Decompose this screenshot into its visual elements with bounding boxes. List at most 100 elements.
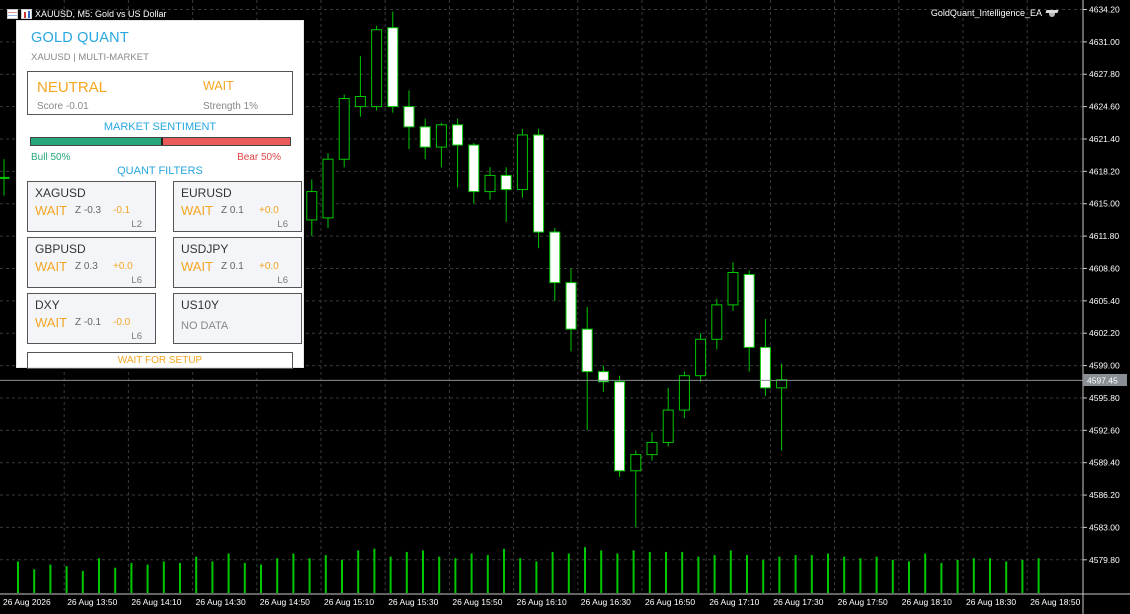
price-tick-label: 4627.80 bbox=[1089, 69, 1120, 79]
price-tick-label: 4621.40 bbox=[1089, 134, 1120, 144]
current-price-label: 4597.45 bbox=[1087, 376, 1118, 386]
time-tick-label: 26 Aug 16:50 bbox=[645, 597, 695, 607]
filter-symbol: US10Y bbox=[181, 298, 220, 312]
filter-level: L6 bbox=[131, 275, 142, 286]
time-tick-label: 26 Aug 18:10 bbox=[902, 597, 952, 607]
filter-change: +0.0 bbox=[259, 261, 279, 272]
filter-no-data: NO DATA bbox=[181, 320, 229, 332]
filter-zscore: Z 0.1 bbox=[221, 261, 244, 272]
signal-action: WAIT bbox=[203, 79, 234, 93]
filter-symbol: EURUSD bbox=[181, 186, 232, 200]
filter-level: L2 bbox=[131, 219, 142, 230]
time-tick-label: 26 Aug 15:30 bbox=[388, 597, 438, 607]
filter-symbol: USDJPY bbox=[181, 242, 229, 256]
time-tick-label: 26 Aug 14:50 bbox=[260, 597, 310, 607]
price-tick-label: 4589.40 bbox=[1089, 458, 1120, 468]
panel-subtitle: XAUUSD | MULTI-MARKET bbox=[31, 52, 149, 63]
candle bbox=[516, 128, 528, 198]
price-tick-label: 4634.20 bbox=[1089, 5, 1120, 15]
filter-symbol: XAGUSD bbox=[35, 186, 86, 200]
filters-title: QUANT FILTERS bbox=[117, 165, 203, 177]
signal-strength: Strength 1% bbox=[203, 101, 259, 112]
filter-level: L6 bbox=[131, 331, 142, 342]
price-tick-label: 4605.40 bbox=[1089, 296, 1120, 306]
time-axis-labels: 26 Aug 2026 26 Aug 13:50 26 Aug 14:10 26 Au… bbox=[3, 597, 1081, 607]
sentiment-bear-fill bbox=[160, 138, 290, 145]
filter-action: WAIT bbox=[35, 203, 68, 218]
time-tick-label: 26 Aug 17:10 bbox=[709, 597, 759, 607]
filter-zscore: Z -0.3 bbox=[75, 205, 102, 216]
signal-direction: NEUTRAL bbox=[37, 79, 108, 96]
filter-level: L6 bbox=[277, 219, 288, 230]
price-tick-label: 4595.80 bbox=[1089, 393, 1120, 403]
graduation-cap-icon[interactable] bbox=[1046, 8, 1058, 18]
price-tick-label: 4599.00 bbox=[1089, 361, 1120, 371]
filter-zscore: Z -0.1 bbox=[75, 317, 102, 328]
signal-score: Score -0.01 bbox=[37, 101, 89, 112]
signal-box: NEUTRAL Score -0.01 WAIT Strength 1% bbox=[27, 71, 293, 115]
time-tick-label: 26 Aug 14:10 bbox=[131, 597, 181, 607]
filter-change: -0.1 bbox=[113, 205, 131, 216]
time-tick-label: 26 Aug 14:30 bbox=[196, 597, 246, 607]
filter-zscore: Z 0.3 bbox=[75, 261, 98, 272]
candle bbox=[338, 94, 350, 168]
time-tick-label: 26 Aug 16:30 bbox=[581, 597, 631, 607]
filter-action: WAIT bbox=[181, 203, 214, 218]
price-tick-label: 4592.60 bbox=[1089, 425, 1120, 435]
filter-action: WAIT bbox=[35, 315, 68, 330]
current-price-tag: 4597.45 bbox=[1083, 374, 1127, 386]
price-tick-label: 4579.80 bbox=[1089, 555, 1120, 565]
time-tick-label: 26 Aug 17:30 bbox=[773, 597, 823, 607]
price-tick-label: 4608.60 bbox=[1089, 263, 1120, 273]
candle bbox=[322, 153, 334, 229]
sentiment-title: MARKET SENTIMENT bbox=[103, 121, 217, 133]
time-tick-label: 26 Aug 18:30 bbox=[966, 597, 1016, 607]
filter-symbol: GBPUSD bbox=[35, 242, 86, 256]
time-tick-label: 26 Aug 2026 bbox=[3, 597, 51, 607]
filter-change: +0.0 bbox=[259, 205, 279, 216]
filter-card-xagusd: XAGUSD WAIT Z -0.3 -0.1 L2 bbox=[27, 181, 156, 232]
setup-status: WAIT FOR SETUP bbox=[27, 352, 293, 369]
chart-bars-icon[interactable] bbox=[21, 9, 32, 19]
filter-card-dxy: DXY WAIT Z -0.1 -0.0 L6 bbox=[27, 293, 156, 344]
bear-percent: Bear 50% bbox=[237, 152, 281, 163]
filter-card-gbpusd: GBPUSD WAIT Z 0.3 +0.0 L6 bbox=[27, 237, 156, 288]
candle bbox=[371, 25, 383, 111]
filter-symbol: DXY bbox=[35, 298, 60, 312]
time-tick-label: 26 Aug 15:10 bbox=[324, 597, 374, 607]
price-tick-label: 4602.20 bbox=[1089, 328, 1120, 338]
panel-title: GOLD QUANT bbox=[31, 30, 129, 46]
chart-header: XAUUSD, M5: Gold vs US Dollar bbox=[7, 7, 167, 21]
price-tick-label: 4631.00 bbox=[1089, 37, 1120, 47]
filter-card-usdjpy: USDJPY WAIT Z 0.1 +0.0 L6 bbox=[173, 237, 302, 288]
filter-action: WAIT bbox=[35, 259, 68, 274]
filter-change: -0.0 bbox=[113, 317, 131, 328]
price-tick-label: 4583.00 bbox=[1089, 522, 1120, 532]
sentiment-bar bbox=[30, 137, 291, 146]
price-tick-label: 4624.60 bbox=[1089, 102, 1120, 112]
price-tick-label: 4615.00 bbox=[1089, 199, 1120, 209]
chart-symbol-title: XAUUSD, M5: Gold vs US Dollar bbox=[35, 9, 167, 19]
filter-card-eurusd: EURUSD WAIT Z 0.1 +0.0 L6 bbox=[173, 181, 302, 232]
candle bbox=[695, 333, 707, 382]
time-tick-label: 26 Aug 16:10 bbox=[517, 597, 567, 607]
time-tick-label: 26 Aug 17:50 bbox=[838, 597, 888, 607]
candle bbox=[533, 128, 545, 249]
gold-quant-panel: GOLD QUANT XAUUSD | MULTI-MARKET NEUTRAL… bbox=[16, 20, 304, 369]
time-tick-label: 26 Aug 18:50 bbox=[1030, 597, 1080, 607]
filter-action: WAIT bbox=[181, 259, 214, 274]
price-tick-label: 4586.20 bbox=[1089, 490, 1120, 500]
sentiment-bull-fill bbox=[31, 138, 161, 145]
price-tick-label: 4618.20 bbox=[1089, 166, 1120, 176]
chart-list-icon[interactable] bbox=[7, 9, 18, 19]
candle bbox=[614, 375, 626, 477]
filter-change: +0.0 bbox=[113, 261, 133, 272]
ea-name: GoldQuant_Intelligence_EA bbox=[930, 8, 1042, 18]
time-tick-label: 26 Aug 15:50 bbox=[452, 597, 502, 607]
expert-advisor-label[interactable]: GoldQuant_Intelligence_EA bbox=[931, 8, 1058, 18]
filter-card-us10y: US10Y NO DATA bbox=[173, 293, 302, 344]
bull-percent: Bull 50% bbox=[31, 152, 71, 163]
time-tick-label: 26 Aug 13:50 bbox=[67, 597, 117, 607]
filter-zscore: Z 0.1 bbox=[221, 205, 244, 216]
price-tick-label: 4611.80 bbox=[1089, 231, 1119, 241]
